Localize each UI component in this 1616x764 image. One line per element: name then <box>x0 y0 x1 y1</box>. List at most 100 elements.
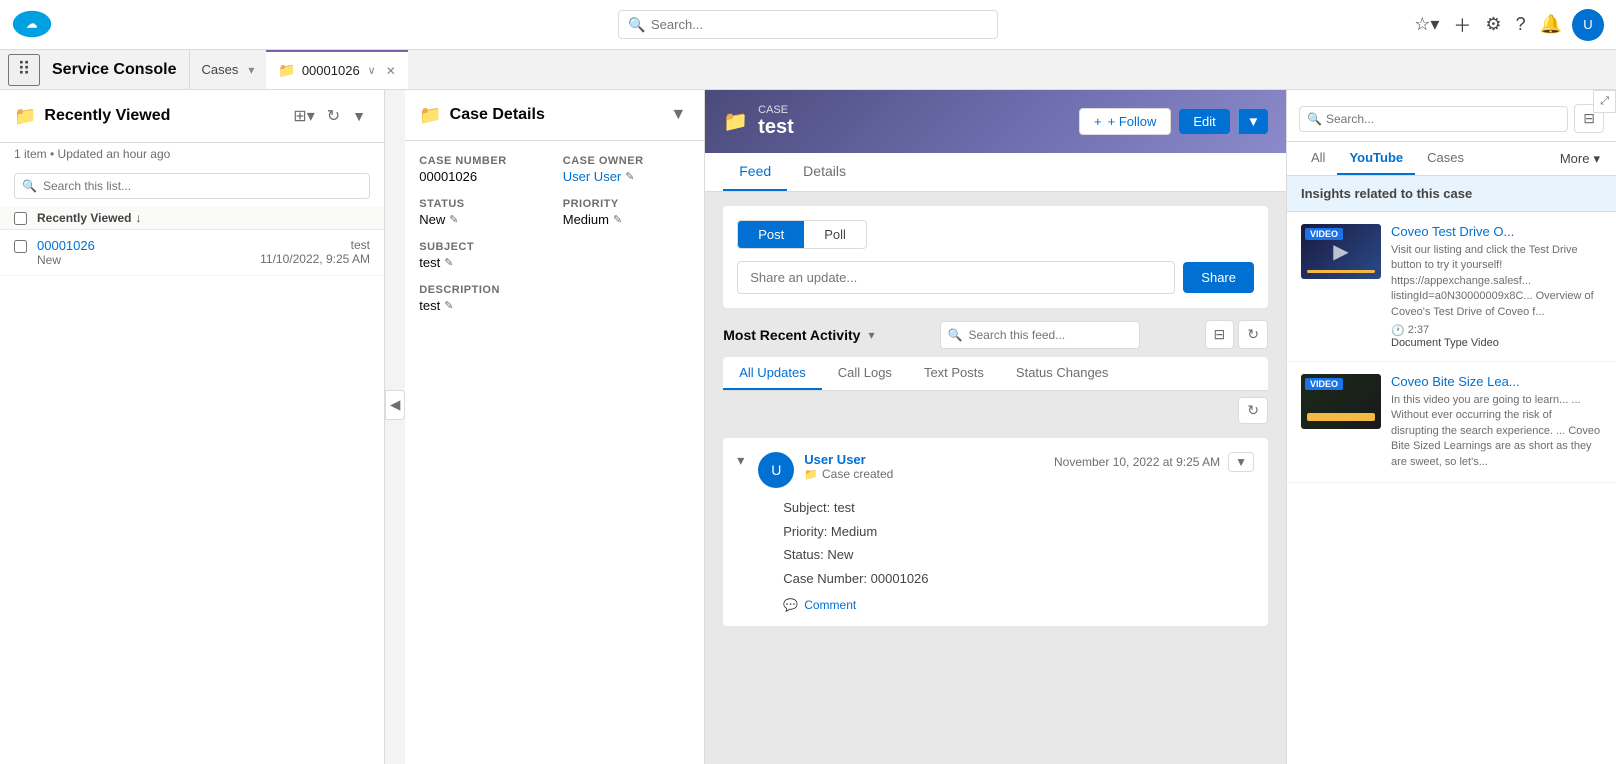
status-value: New ✎ <box>419 212 547 227</box>
edit-dropdown-button[interactable]: ▼ <box>1238 109 1268 134</box>
tab-expand-icon: ∨ <box>368 64 376 77</box>
tab-all-updates[interactable]: All Updates <box>723 357 821 390</box>
left-panel-header: 📁 Recently Viewed ⊞▾ ↻ ▼ <box>0 90 384 143</box>
tab-cases[interactable]: Cases ▾ <box>190 50 267 89</box>
app-launcher-button[interactable]: ⠿ <box>8 54 40 86</box>
right-search-area: 🔍 <box>1299 106 1568 132</box>
tab-text-posts[interactable]: Text Posts <box>908 357 1000 390</box>
activity-search-input[interactable] <box>940 321 1140 349</box>
video-title-1[interactable]: Coveo Test Drive O... <box>1391 224 1602 239</box>
feed-entry-collapse-button[interactable]: ▾ <box>737 452 744 469</box>
list-header-label[interactable]: Recently Viewed ↓ <box>37 211 142 225</box>
subject-edit-icon[interactable]: ✎ <box>444 256 453 269</box>
panel-meta-text: 1 item • Updated an hour ago <box>14 147 170 161</box>
feed-refresh-button[interactable]: ↻ <box>1238 397 1268 424</box>
feed-entry-dropdown-button[interactable]: ▼ <box>1228 452 1254 472</box>
post-type-tabs: Post Poll <box>737 220 867 249</box>
collapse-left-panel-button[interactable]: ◀ <box>385 390 405 420</box>
activity-chevron-icon[interactable]: ▾ <box>868 328 874 342</box>
tab-active-case[interactable]: 📁 00001026 ∨ ✕ <box>266 50 407 89</box>
subject-field: Subject test ✎ <box>419 241 690 270</box>
priority-field: Priority Medium ✎ <box>563 198 691 227</box>
case-number-value: 00001026 <box>419 169 547 184</box>
feed-username[interactable]: User User <box>804 452 1044 467</box>
panel-chevron-button[interactable]: ▼ <box>348 102 370 130</box>
notifications-button[interactable]: 🔔 <box>1536 10 1566 39</box>
edit-button[interactable]: Edit <box>1179 109 1229 134</box>
tab-call-logs[interactable]: Call Logs <box>822 357 908 390</box>
right-search-input[interactable] <box>1299 106 1568 132</box>
setup-button[interactable]: ⚙ <box>1481 10 1505 39</box>
activity-left: Most Recent Activity ▾ <box>723 327 874 343</box>
tab-close-button[interactable]: ✕ <box>386 64 396 78</box>
share-button[interactable]: Share <box>1183 262 1254 293</box>
favorites-button[interactable]: ☆▾ <box>1410 10 1443 39</box>
panel-meta: 1 item • Updated an hour ago <box>0 143 384 169</box>
feed-entry-meta: User User 📁 Case created <box>804 452 1044 481</box>
add-button[interactable]: ＋ <box>1449 8 1475 42</box>
post-input[interactable] <box>737 261 1175 294</box>
right-tab-youtube[interactable]: YouTube <box>1337 142 1415 175</box>
case-details-chevron[interactable]: ▼ <box>666 102 690 128</box>
feed-entry: ▾ U User User 📁 Case created November 10… <box>723 438 1268 626</box>
help-button[interactable]: ? <box>1512 10 1530 39</box>
tab-feed[interactable]: Feed <box>723 153 787 191</box>
case-owner-edit-icon[interactable]: ✎ <box>625 170 634 183</box>
insights-header: Insights related to this case <box>1287 176 1616 212</box>
post-area: Post Poll Share <box>723 206 1268 308</box>
feed-case-info: Case test <box>758 104 794 139</box>
video-description-1: Visit our listing and click the Test Dri… <box>1391 243 1602 320</box>
list-item[interactable]: 00001026 New test 11/10/2022, 9:25 AM <box>0 230 384 276</box>
expand-right-panel-button[interactable]: ⤢ <box>1593 90 1616 113</box>
feed-priority-line: Priority: Medium <box>783 522 1254 542</box>
right-panel-content: VIDEO ▶ Coveo Test Drive O... Visit our … <box>1287 212 1616 764</box>
case-fields-row-1: Case Number 00001026 Case Owner User Use… <box>419 155 690 198</box>
video-doc-type-1: Document Type Video <box>1391 337 1602 349</box>
view-toggle-button[interactable]: ⊞▾ <box>289 102 318 130</box>
status-field: Status New ✎ <box>419 198 547 227</box>
right-tab-more-button[interactable]: More ▾ <box>1556 143 1604 175</box>
feed-action-label: 📁 Case created <box>804 467 1044 481</box>
case-details-header: 📁 Case Details ▼ <box>405 90 704 141</box>
refresh-button[interactable]: ↻ <box>323 102 344 130</box>
panel-header-actions: ⊞▾ ↻ ▼ <box>289 102 370 130</box>
tab-details[interactable]: Details <box>787 153 862 191</box>
panel-search-icon: 🔍 <box>22 179 37 193</box>
salesforce-logo[interactable]: ☁ <box>12 10 52 40</box>
tab-status-changes[interactable]: Status Changes <box>1000 357 1125 390</box>
video-content-1: Coveo Test Drive O... Visit our listing … <box>1391 224 1602 349</box>
global-search-input[interactable] <box>618 10 998 39</box>
refresh-activity-button[interactable]: ↻ <box>1238 320 1268 349</box>
video-title-2[interactable]: Coveo Bite Size Lea... <box>1391 374 1602 389</box>
item-checkbox[interactable] <box>14 240 27 253</box>
post-input-row: Share <box>737 261 1254 294</box>
item-date: 11/10/2022, 9:25 AM <box>260 252 370 266</box>
panel-search-area: 🔍 <box>0 169 384 207</box>
video-card-1: VIDEO ▶ Coveo Test Drive O... Visit our … <box>1287 212 1616 362</box>
update-tabs: All Updates Call Logs Text Posts Status … <box>723 357 1268 391</box>
post-tab-poll[interactable]: Poll <box>804 221 866 248</box>
follow-button[interactable]: + + Follow <box>1079 108 1171 135</box>
center-area: ◀ 📁 Case Details ▼ Case Number 00001026 … <box>385 90 1286 764</box>
list-header: Recently Viewed ↓ <box>0 207 384 230</box>
case-fields-row-2: Status New ✎ Priority Medium ✎ <box>419 198 690 241</box>
case-owner-value[interactable]: User User ✎ <box>563 169 691 184</box>
post-tab-post[interactable]: Post <box>738 221 804 248</box>
feed-comment-button[interactable]: 💬 Comment <box>783 598 1254 612</box>
right-tab-all[interactable]: All <box>1299 142 1337 175</box>
user-avatar[interactable]: U <box>1572 9 1604 41</box>
status-edit-icon[interactable]: ✎ <box>449 213 458 226</box>
panel-search-input[interactable] <box>14 173 370 199</box>
right-tab-cases[interactable]: Cases <box>1415 142 1476 175</box>
filter-activity-button[interactable]: ⊟ <box>1205 320 1235 349</box>
priority-edit-icon[interactable]: ✎ <box>613 213 622 226</box>
video-thumbnail-2: VIDEO <box>1301 374 1381 429</box>
description-edit-icon[interactable]: ✎ <box>444 299 453 312</box>
select-all-checkbox[interactable] <box>14 212 27 225</box>
top-nav-right-actions: ☆▾ ＋ ⚙ ? 🔔 U <box>1410 8 1604 42</box>
item-link[interactable]: 00001026 <box>37 238 95 253</box>
tab-bar: ⠿ Service Console Cases ▾ 📁 00001026 ∨ ✕ <box>0 50 1616 90</box>
feed-header: 📁 Case test + + Follow Edit ▼ <box>705 90 1286 153</box>
feed-tabs: Feed Details <box>705 153 1286 192</box>
main-layout: 📁 Recently Viewed ⊞▾ ↻ ▼ 1 item • Update… <box>0 90 1616 764</box>
